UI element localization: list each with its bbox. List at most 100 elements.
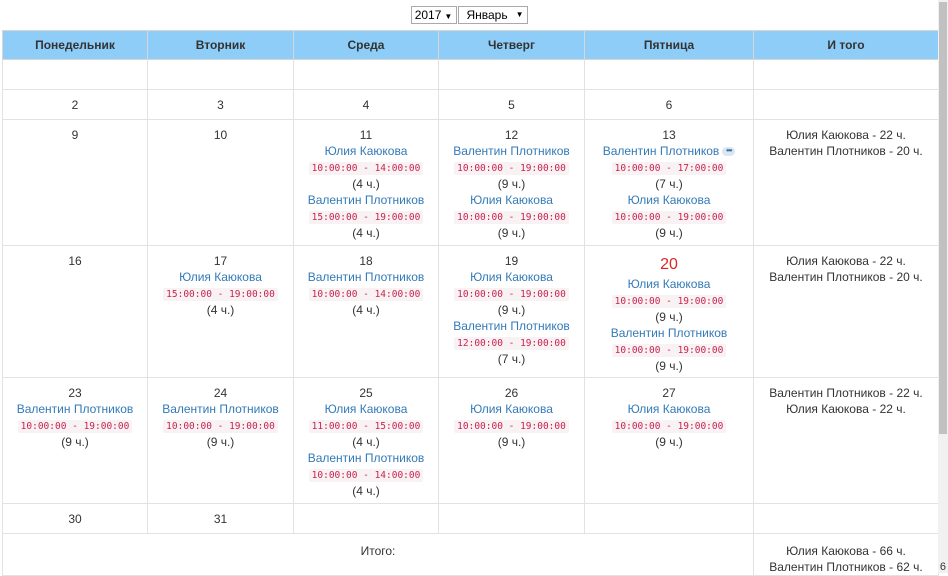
employee-name: Юлия Каюкова bbox=[470, 193, 553, 207]
shift-time-range: 10:00:00 - 14:00:00 bbox=[308, 469, 424, 482]
more-icon[interactable]: ••• bbox=[722, 147, 736, 157]
shift-duration: (7 ч.) bbox=[497, 352, 526, 366]
day-number: 12 bbox=[504, 128, 519, 142]
summary-label-cell: Итого: bbox=[2, 533, 754, 576]
employee-link[interactable]: Юлия Каюкова bbox=[585, 401, 753, 417]
year-select[interactable]: 2017 ▼ bbox=[410, 6, 457, 24]
week-totals-cell: Юлия Каюкова - 22 ч. Валентин Плотников -… bbox=[753, 245, 939, 378]
day-number: 13 bbox=[662, 128, 676, 142]
shift-duration: (4 ч.) bbox=[352, 484, 380, 498]
day-cell: 27 Юлия Каюкова 10:00:00 - 19:00:00 (9 ч.) bbox=[584, 377, 754, 504]
day-number: 25 bbox=[359, 386, 373, 400]
shift-duration: (4 ч.) bbox=[352, 177, 380, 191]
employee-name: Юлия Каюкова bbox=[324, 144, 408, 158]
shift-duration: (9 ч.) bbox=[497, 303, 526, 317]
week-total-line: Юлия Каюкова - 22 ч. bbox=[786, 254, 906, 268]
shift-time-range: 10:00:00 - 19:00:00 bbox=[17, 420, 133, 433]
week-row bbox=[2, 59, 939, 90]
employee-name: Юлия Каюкова bbox=[627, 193, 711, 207]
employee-name: Юлия Каюкова bbox=[627, 277, 711, 291]
employee-name: Юлия Каюкова bbox=[179, 270, 262, 284]
day-cell: 2 bbox=[2, 89, 148, 120]
shift-time: 10:00:00 - 19:00:00 bbox=[3, 417, 147, 434]
shift-time-range: 10:00:00 - 14:00:00 bbox=[308, 288, 424, 301]
shift-duration: (9 ч.) bbox=[655, 435, 683, 449]
period-selector: 2017 ▼ Январь ▼ bbox=[0, 6, 938, 24]
day-number: 9 bbox=[71, 128, 79, 142]
shift-duration: (9 ч.) bbox=[497, 177, 526, 191]
shift-duration: (9 ч.) bbox=[655, 310, 683, 324]
shift-time-range: 10:00:00 - 17:00:00 bbox=[611, 162, 727, 175]
day-cell: 6 bbox=[584, 89, 754, 120]
shift-time: 10:00:00 - 19:00:00 bbox=[439, 417, 584, 434]
employee-link[interactable]: Валентин Плотников bbox=[294, 450, 438, 466]
day-cell: 19 Юлия Каюкова 10:00:00 - 19:00:00 (9 ч.) В… bbox=[438, 245, 585, 378]
employee-link[interactable]: Валентин Плотников bbox=[294, 192, 438, 208]
day-cell: 24 Валентин Плотников 10:00:00 - 19:00:00 (… bbox=[147, 377, 294, 504]
employee-link[interactable]: Юлия Каюкова bbox=[439, 269, 584, 285]
day-cell: 12 Валентин Плотников 10:00:00 - 19:00:00 (… bbox=[438, 119, 585, 246]
employee-link[interactable]: Валентин Плотников bbox=[439, 318, 584, 334]
scrollbar[interactable] bbox=[938, 0, 948, 573]
employee-link[interactable]: Юлия Каюкова bbox=[585, 276, 753, 292]
employee-link[interactable]: Валентин Плотников bbox=[439, 143, 584, 159]
employee-link[interactable]: Юлия Каюкова bbox=[439, 401, 584, 417]
scrollbar-thumb[interactable] bbox=[939, 2, 947, 434]
schedule-calendar: Понедельник Вторник Среда Четверг Пятниц… bbox=[2, 30, 939, 576]
day-cell bbox=[584, 503, 754, 534]
employee-link[interactable]: Валентин Плотников bbox=[3, 401, 147, 417]
day-cell: 13 Валентин Плотников ••• 10:00:00 - 17:00:… bbox=[584, 119, 754, 246]
employee-link[interactable]: Юлия Каюкова bbox=[439, 192, 584, 208]
employee-link[interactable]: Валентин Плотников bbox=[294, 269, 438, 285]
shift-time: 10:00:00 - 17:00:00 bbox=[585, 159, 753, 176]
day-number: 24 bbox=[213, 386, 228, 400]
month-select[interactable]: Январь ▼ bbox=[457, 6, 528, 24]
day-cell bbox=[2, 59, 148, 90]
employee-link[interactable]: Валентин Плотников ••• bbox=[585, 143, 753, 159]
shift-time: 10:00:00 - 19:00:00 bbox=[439, 208, 584, 225]
day-cell: 31 bbox=[147, 503, 294, 534]
employee-link[interactable]: Юлия Каюкова bbox=[294, 143, 438, 159]
employee-name: Юлия Каюкова bbox=[470, 270, 553, 284]
employee-link[interactable]: Юлия Каюкова bbox=[585, 192, 753, 208]
shift-duration: (4 ч.) bbox=[352, 435, 380, 449]
week-totals-cell bbox=[753, 89, 939, 120]
week-row: 2 3 4 5 6 bbox=[2, 89, 939, 120]
employee-link[interactable]: Валентин Плотников bbox=[585, 325, 753, 341]
header-wednesday: Среда bbox=[293, 30, 439, 60]
day-number: 17 bbox=[213, 254, 228, 268]
shift-time-range: 10:00:00 - 19:00:00 bbox=[163, 420, 278, 433]
day-cell: 9 bbox=[2, 119, 148, 246]
shift-time: 10:00:00 - 19:00:00 bbox=[439, 159, 584, 176]
employee-name: Юлия Каюкова bbox=[470, 402, 553, 416]
shift-time: 10:00:00 - 19:00:00 bbox=[148, 417, 293, 434]
day-cell bbox=[147, 59, 294, 90]
day-number: 18 bbox=[359, 254, 373, 268]
week-totals-cell: Юлия Каюкова - 22 ч. Валентин Плотников -… bbox=[753, 119, 939, 246]
shift-time-range: 15:00:00 - 19:00:00 bbox=[308, 211, 424, 224]
week-total-line: Юлия Каюкова - 22 ч. bbox=[786, 402, 906, 416]
employee-link[interactable]: Юлия Каюкова bbox=[148, 269, 293, 285]
week-row: 16 17 Юлия Каюкова 15:00:00 - 19:00:00 (4 ч.… bbox=[2, 245, 939, 378]
week-row: 9 10 11 Юлия Каюкова 10:00:00 - 14:00:00 (4 ч… bbox=[2, 119, 939, 246]
header-tuesday: Вторник bbox=[147, 30, 294, 60]
day-cell: 23 Валентин Плотников 10:00:00 - 19:00:00 (… bbox=[2, 377, 148, 504]
employee-name: Валентин Плотников bbox=[16, 402, 134, 416]
employee-link[interactable]: Юлия Каюкова bbox=[294, 401, 438, 417]
day-number: 2 bbox=[71, 98, 79, 112]
day-cell: 10 bbox=[147, 119, 294, 246]
shift-time: 15:00:00 - 19:00:00 bbox=[148, 285, 293, 302]
week-totals-cell bbox=[753, 59, 939, 90]
shift-time-range: 10:00:00 - 19:00:00 bbox=[611, 295, 727, 308]
shift-time-range: 10:00:00 - 19:00:00 bbox=[611, 344, 727, 357]
day-cell: 30 bbox=[2, 503, 148, 534]
year-select-value: 2017 bbox=[414, 8, 442, 22]
day-number: 4 bbox=[362, 98, 370, 112]
shift-time: 10:00:00 - 19:00:00 bbox=[585, 292, 753, 309]
shift-time: 10:00:00 - 19:00:00 bbox=[585, 341, 753, 358]
today-number: 20 bbox=[660, 256, 678, 273]
summary-label: Итого: bbox=[360, 544, 396, 558]
shift-duration: (4 ч.) bbox=[352, 226, 380, 240]
employee-link[interactable]: Валентин Плотников bbox=[148, 401, 293, 417]
edge-text: 6 bbox=[939, 561, 946, 573]
